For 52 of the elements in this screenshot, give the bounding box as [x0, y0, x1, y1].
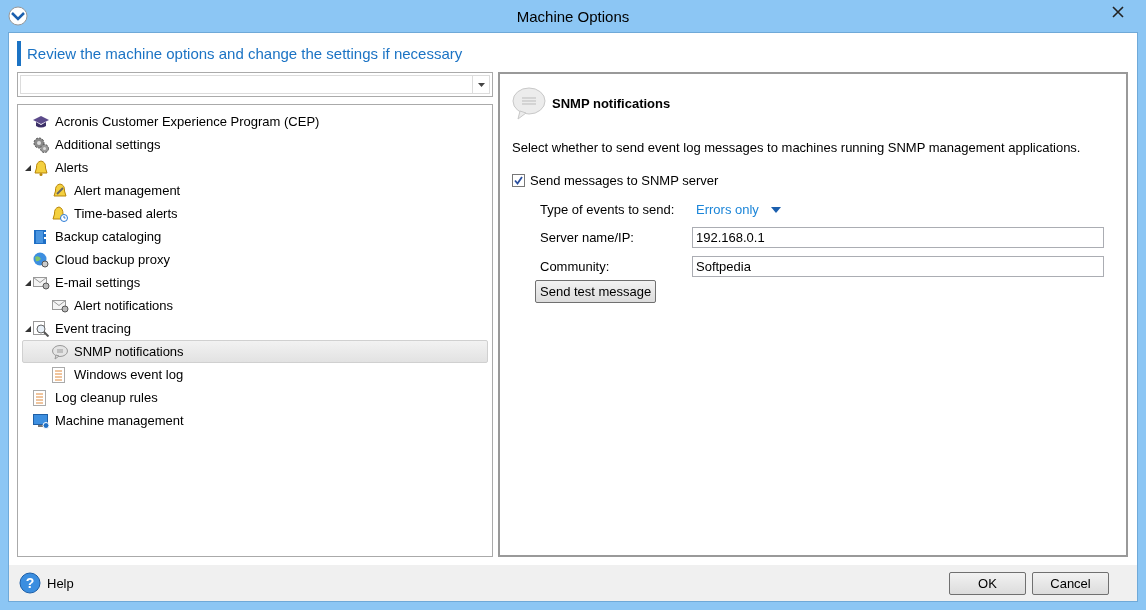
tree-item[interactable]: Windows event log — [22, 363, 488, 386]
log-document-icon — [33, 389, 46, 406]
ok-button[interactable]: OK — [949, 571, 1026, 595]
tree-item[interactable]: Additional settings — [22, 133, 488, 156]
panel-title: SNMP notifications — [552, 95, 671, 111]
page-heading: Review the machine options and change the settings if necessary — [17, 41, 1137, 66]
bell-clock-icon — [52, 205, 68, 222]
event-type-dropdown[interactable]: Errors only — [692, 200, 785, 219]
field-label: Community: — [540, 259, 611, 274]
server-input-field[interactable]: 192.168.0.1 — [692, 227, 1104, 248]
speech-bubble-icon — [52, 343, 68, 360]
community-input-field[interactable]: Softpedia — [692, 256, 1104, 277]
tree-item[interactable]: Alerts — [22, 156, 488, 179]
tree-item[interactable]: Time-based alerts — [22, 202, 488, 225]
log-document-icon — [52, 366, 65, 383]
help-button[interactable]: ? Help — [19, 572, 74, 594]
monitor-icon — [33, 412, 50, 429]
field-label: Server name/IP: — [540, 230, 635, 245]
tree-item[interactable]: E-mail settings — [22, 271, 488, 294]
magnifier-document-icon — [33, 320, 50, 337]
tree-item[interactable]: Alert management — [22, 179, 488, 202]
speech-bubble-icon — [512, 86, 546, 120]
close-icon[interactable] — [1112, 6, 1124, 18]
tree-item[interactable]: Backup cataloging — [22, 225, 488, 248]
expanded-arrow-icon[interactable] — [25, 279, 31, 286]
app-logo-icon — [8, 6, 28, 26]
gears-icon — [33, 136, 49, 153]
window-title: Machine Options — [516, 7, 630, 25]
send-test-message-button[interactable]: Send test message — [535, 280, 657, 303]
tree-item[interactable]: Event tracing — [22, 317, 488, 340]
expanded-arrow-icon[interactable] — [25, 164, 31, 171]
bell-icon — [33, 159, 49, 176]
envelope-gear-icon — [33, 275, 50, 290]
tree-item[interactable]: Cloud backup proxy — [22, 248, 488, 271]
field-label: Type of events to send: — [540, 202, 676, 217]
caret-icon[interactable] — [477, 82, 485, 87]
bell-wrench-icon — [52, 182, 68, 199]
tree-item[interactable]: Log cleanup rules — [22, 386, 488, 409]
panel-description: Select whether to send event log messages to machines running SNMP management applications. — [512, 140, 1082, 155]
tree-item[interactable]: Machine management — [22, 409, 488, 432]
send-messages-checkbox[interactable]: Send messages to SNMP server — [512, 173, 719, 188]
graduation-cap-icon — [33, 114, 49, 129]
tree-item[interactable]: Alert notifications — [22, 294, 488, 317]
book-icon — [33, 228, 47, 245]
checkmark-icon[interactable] — [514, 176, 523, 185]
tree-item[interactable]: Acronis Customer Experience Program (CEP) — [22, 110, 488, 133]
cancel-button[interactable]: Cancel — [1032, 571, 1109, 595]
globe-gear-icon — [33, 251, 49, 268]
tree-item[interactable]: SNMP notifications — [22, 340, 488, 363]
expanded-arrow-icon[interactable] — [25, 325, 31, 332]
caret-icon[interactable] — [770, 206, 781, 213]
envelope-gear-icon — [52, 298, 69, 313]
